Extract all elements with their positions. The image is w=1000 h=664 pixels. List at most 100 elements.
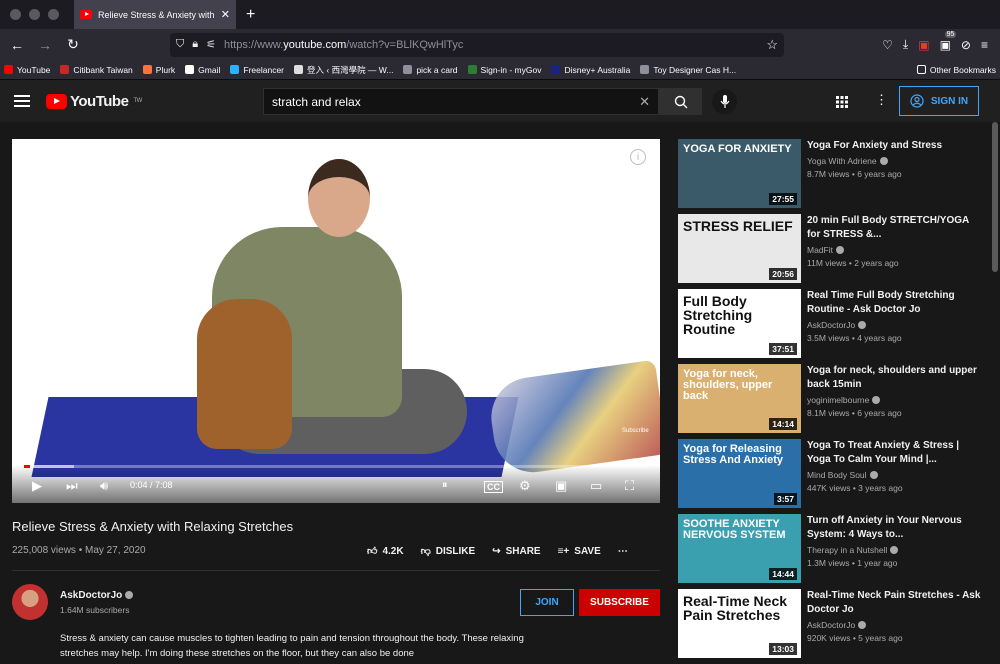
other-bookmarks[interactable]: Other Bookmarks (916, 65, 996, 75)
progress-bar[interactable] (24, 465, 648, 468)
search-input[interactable]: stratch and relax ✕ (263, 88, 659, 115)
channel-avatar[interactable] (12, 584, 48, 620)
fullscreen-icon[interactable]: ⛶ (625, 478, 634, 494)
share-button[interactable]: ↪ SHARE (492, 546, 540, 557)
download-icon[interactable]: ⤓ (903, 37, 908, 52)
microphone-icon (720, 94, 729, 108)
menu-hamburger-icon[interactable] (14, 95, 30, 107)
save-button[interactable]: ≡+ SAVE (558, 546, 601, 557)
recommended-title[interactable]: Yoga for neck, shoulders and upper back … (807, 364, 981, 392)
search-button[interactable] (659, 88, 702, 115)
next-icon[interactable]: ⏭︎ (66, 478, 78, 494)
video-duration: 20:56 (769, 268, 797, 280)
recommended-title[interactable]: 20 min Full Body STRETCH/YOGA for STRESS… (807, 214, 981, 242)
recommended-channel[interactable]: AskDoctorJo (807, 320, 981, 330)
video-thumbnail[interactable]: Real-Time Neck Pain Stretches 13:03 (678, 589, 801, 658)
video-thumbnail[interactable]: Full Body Stretching Routine 37:51 (678, 289, 801, 358)
blocker-icon[interactable]: ⊘ (961, 38, 971, 52)
more-options-icon[interactable]: ⋮ (875, 92, 888, 108)
subscribe-watermark[interactable]: Subscribe (622, 428, 649, 434)
recommended-title[interactable]: Real-Time Neck Pain Stretches - Ask Doct… (807, 589, 981, 617)
recommended-channel[interactable]: AskDoctorJo (807, 620, 981, 630)
bookmark-item[interactable]: Disney+ Australia (551, 65, 630, 75)
recommended-video[interactable]: Full Body Stretching Routine 37:51 Real Ti… (678, 289, 988, 358)
play-icon[interactable]: ▶ (32, 478, 42, 494)
thumbs-up-icon: 👍︎ (367, 546, 378, 557)
recommended-video[interactable]: Real-Time Neck Pain Stretches 13:03 Real-T… (678, 589, 988, 658)
thumbnail-text: SOOTHE ANXIETY NERVOUS SYSTEM (683, 518, 786, 541)
bookmark-star-icon[interactable]: ☆ (766, 37, 778, 53)
bookmark-item[interactable]: Toy Designer Cas H... (640, 65, 736, 75)
info-icon[interactable]: i (630, 149, 646, 165)
video-thumbnail[interactable]: YOGA FOR ANXIETY 27:55 (678, 139, 801, 208)
channel-name[interactable]: AskDoctorJo (60, 590, 134, 601)
close-tab-icon[interactable]: ✕ (221, 8, 230, 21)
minimize-window-button[interactable] (29, 9, 40, 20)
autoplay-toggle-icon[interactable]: ⏸︎ (442, 479, 448, 492)
settings-gear-icon[interactable]: ⚙ (519, 478, 531, 494)
video-title: Relieve Stress & Anxiety with Relaxing S… (12, 519, 294, 534)
bookmark-item[interactable]: Plurk (142, 65, 175, 75)
recommended-channel[interactable]: MadFit (807, 245, 981, 255)
pocket-icon[interactable]: ♡ (882, 38, 893, 52)
recommended-title[interactable]: Real Time Full Body Stretching Routine -… (807, 289, 981, 317)
voice-search-button[interactable] (712, 89, 737, 114)
recommended-video[interactable]: SOOTHE ANXIETY NERVOUS SYSTEM 14:44 Turn o… (678, 514, 988, 583)
new-tab-button[interactable]: + (246, 6, 255, 24)
theater-mode-icon[interactable]: ▭ (590, 478, 602, 494)
thumbnail-text: Yoga for neck, shoulders, upper back (683, 368, 773, 402)
permissions-icon[interactable]: ⚟ (206, 38, 216, 51)
recommended-channel[interactable]: Therapy in a Nutshell (807, 545, 981, 555)
menu-icon[interactable]: ≡ (981, 38, 988, 52)
dislike-button[interactable]: 👎︎ DISLIKE (421, 545, 476, 558)
back-icon[interactable]: ← (6, 37, 28, 53)
recommended-title[interactable]: Yoga For Anxiety and Stress (807, 139, 981, 153)
bookmark-item[interactable]: pick a card (403, 65, 458, 75)
video-player[interactable]: i Subscribe ▶ ⏭︎ 🔊︎ 0:04 / 7:08 ⏸︎ CC ⚙ … (12, 139, 660, 503)
bookmark-favicon-icon (640, 65, 650, 74)
bookmark-item[interactable]: Gmail (185, 65, 220, 75)
subscribe-button[interactable]: SUBSCRIBE (579, 589, 660, 616)
video-thumbnail[interactable]: STRESS RELIEF 20:56 (678, 214, 801, 283)
close-window-button[interactable] (10, 9, 21, 20)
time-display: 0:04 / 7:08 (130, 480, 173, 490)
volume-icon[interactable]: 🔊︎ (100, 478, 108, 494)
recommended-video[interactable]: Yoga for Releasing Stress And Anxiety 3:5… (678, 439, 988, 508)
clear-search-icon[interactable]: ✕ (639, 94, 650, 110)
shield-icon[interactable]: ⛉ (176, 38, 184, 51)
recommended-title[interactable]: Yoga To Treat Anxiety & Stress | Yoga To… (807, 439, 981, 467)
browser-tab[interactable]: Relieve Stress & Anxiety with Relaxing S… (74, 0, 236, 29)
recommended-title[interactable]: Turn off Anxiety in Your Nervous System:… (807, 514, 981, 542)
recommended-channel[interactable]: Yoga With Adriene (807, 156, 981, 166)
pdf-icon[interactable]: ▣ (918, 38, 929, 52)
url-bar[interactable]: ⛉ 🔒︎ ⚟ https://www.youtube.com/watch?v=B… (170, 32, 784, 57)
bookmark-item[interactable]: 登入 ‹ 西灣學院 — W... (294, 64, 393, 76)
maximize-window-button[interactable] (48, 9, 59, 20)
like-button[interactable]: 👍︎ 4.2K (367, 545, 404, 558)
miniplayer-icon[interactable]: ▣ (555, 478, 567, 494)
recommended-video[interactable]: Yoga for neck, shoulders, upper back 14:1… (678, 364, 988, 433)
sign-in-button[interactable]: SIGN IN (899, 86, 979, 116)
recommended-channel[interactable]: yoginimelbourne (807, 395, 981, 405)
bookmark-item[interactable]: YouTube (4, 65, 50, 75)
extension-icon[interactable]: ▣ 95 (940, 30, 957, 52)
apps-grid-icon[interactable] (836, 95, 848, 113)
bookmark-item[interactable]: Freelancer (230, 65, 284, 75)
reload-icon[interactable]: ↻ (62, 36, 84, 53)
lock-icon[interactable]: 🔒︎ (192, 38, 198, 51)
bookmark-item[interactable]: Citibank Taiwan (60, 65, 133, 75)
more-actions-icon[interactable]: ⋯ (618, 546, 628, 557)
video-thumbnail[interactable]: Yoga for neck, shoulders, upper back 14:1… (678, 364, 801, 433)
recommended-video[interactable]: STRESS RELIEF 20:56 20 min Full Body STRET… (678, 214, 988, 283)
bookmark-item[interactable]: Sign-in - myGov (467, 65, 541, 75)
recommended-channel[interactable]: Mind Body Soul (807, 470, 981, 480)
recommended-video[interactable]: YOGA FOR ANXIETY 27:55 Yoga For Anxiety an… (678, 139, 988, 208)
forward-icon[interactable]: → (34, 37, 56, 53)
page-scrollbar[interactable] (992, 122, 998, 272)
youtube-logo[interactable]: YouTube TW (46, 93, 142, 110)
join-button[interactable]: JOIN (520, 589, 574, 616)
video-thumbnail[interactable]: Yoga for Releasing Stress And Anxiety 3:5… (678, 439, 801, 508)
captions-icon[interactable]: CC (484, 481, 503, 493)
verified-icon (879, 157, 888, 165)
video-thumbnail[interactable]: SOOTHE ANXIETY NERVOUS SYSTEM 14:44 (678, 514, 801, 583)
